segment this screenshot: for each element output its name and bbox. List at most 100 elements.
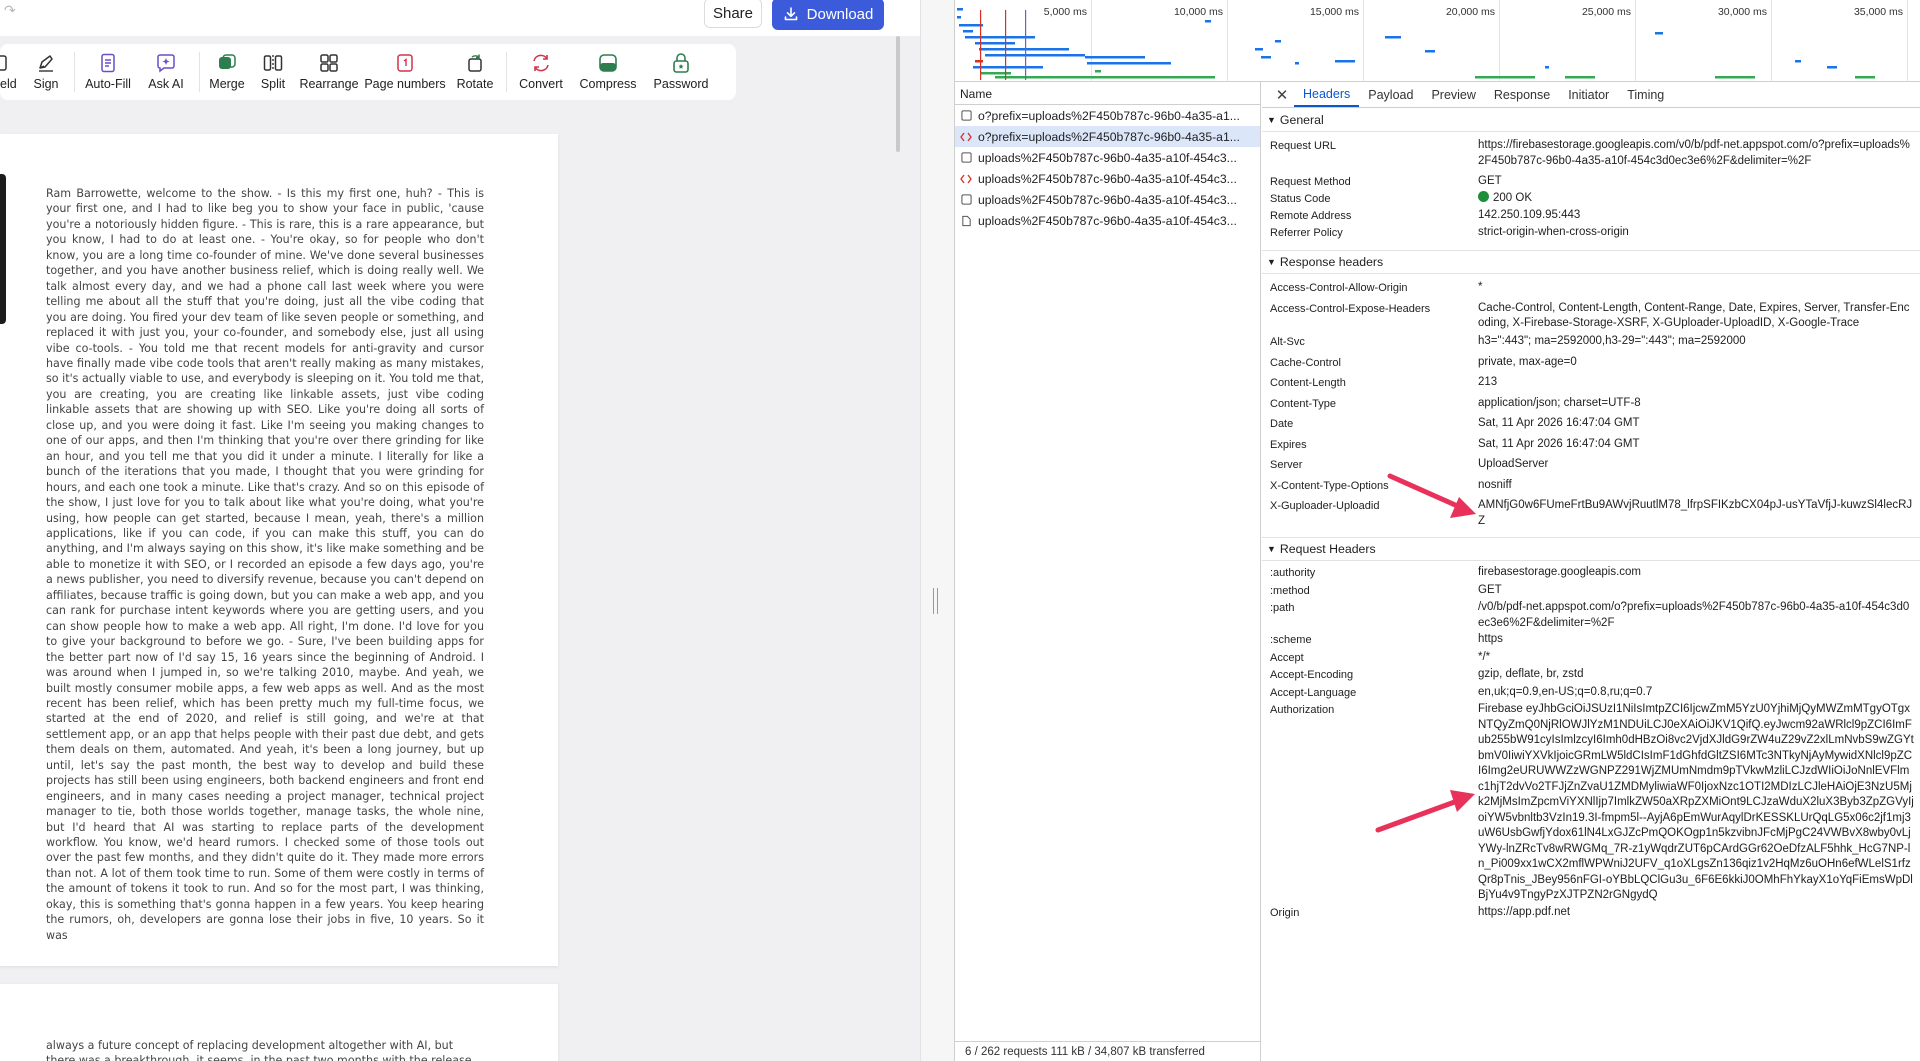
header-row: Request Method GET: [1262, 174, 1920, 191]
waterfall-bar: [973, 66, 1043, 69]
tab-timing[interactable]: Timing: [1618, 82, 1673, 107]
tool-auto-fill[interactable]: Auto-Fill: [79, 44, 137, 100]
download-icon: [784, 7, 797, 21]
network-status-bar: 6 / 262 requests 111 kB / 34,807 kB tran…: [955, 1041, 1261, 1061]
header-value: 200 OK: [1478, 191, 1920, 208]
detail-tabs: ✕ Headers Payload Preview Response Initi…: [1262, 82, 1920, 108]
tool-rearrange[interactable]: Rearrange: [296, 44, 362, 100]
header-value: /v0/b/pdf-net.appspot.com/o?prefix=uploa…: [1478, 600, 1920, 631]
header-value: Sat, 11 Apr 2026 16:47:04 GMT: [1478, 437, 1920, 454]
request-rows: o?prefix=uploads%2F450b787c-96b0-4a35-a1…: [955, 105, 1260, 231]
redo-icon[interactable]: ↷: [4, 2, 16, 19]
timeline-marker: [980, 10, 982, 80]
waterfall-bar: [1085, 56, 1145, 59]
header-value-text: /v0/b/pdf-net.appspot.com/o?prefix=uploa…: [1478, 601, 1910, 629]
tab-response[interactable]: Response: [1485, 82, 1559, 107]
download-button[interactable]: Download: [772, 0, 884, 30]
request-name: uploads%2F450b787c-96b0-4a35-a10f-454c3.…: [978, 171, 1237, 186]
header-value-text: strict-origin-when-cross-origin: [1478, 226, 1629, 238]
waterfall-bar: [1087, 62, 1171, 65]
tool-page-numbers[interactable]: Page numbers: [362, 44, 448, 100]
request-row[interactable]: uploads%2F450b787c-96b0-4a35-a10f-454c3.…: [955, 147, 1260, 168]
tool-ask-ai[interactable]: Ask AI: [137, 44, 195, 100]
waterfall-bar: [1715, 76, 1755, 79]
header-value: GET: [1478, 583, 1920, 600]
header-value-text: h3=":443"; ma=2592000,h3-29=":443"; ma=2…: [1478, 335, 1746, 347]
tool-label: eld: [0, 77, 17, 91]
header-value-text: GET: [1478, 583, 1502, 596]
download-label: Download: [806, 5, 874, 23]
tool-label: Merge: [209, 77, 245, 91]
pdf-page-2: always a future concept of replacing dev…: [0, 984, 558, 1061]
tool-label: Rotate: [456, 77, 494, 91]
checkbox-icon: [960, 152, 972, 164]
tool-split[interactable]: Split: [250, 44, 296, 100]
header-name: Access-Control-Allow-Origin: [1270, 281, 1408, 294]
tab-payload[interactable]: Payload: [1359, 82, 1422, 107]
waterfall-bar: [959, 24, 983, 27]
header-value-text: Sat, 11 Apr 2026 16:47:04 GMT: [1478, 437, 1640, 450]
header-row: Accept */*: [1262, 650, 1920, 667]
section-general[interactable]: ▼ General: [1262, 108, 1920, 132]
split-icon: [263, 55, 283, 71]
waterfall-bar: [1827, 66, 1837, 69]
network-timeline-overview[interactable]: 5,000 ms 10,000 ms 15,000 ms 20,000 ms 25,00…: [955, 0, 1920, 82]
checkbox-icon: [960, 194, 972, 206]
waterfall-bar: [1475, 76, 1535, 79]
tool-label: Rearrange: [299, 77, 359, 91]
close-icon[interactable]: ✕: [1270, 82, 1294, 107]
tool-convert[interactable]: Convert: [511, 44, 571, 100]
tool-sign[interactable]: Sign: [22, 44, 70, 100]
tool-merge[interactable]: Merge: [204, 44, 250, 100]
toolbar-divider: [199, 52, 200, 92]
header-value: strict-origin-when-cross-origin: [1478, 225, 1920, 242]
timeline-marker: [1025, 10, 1027, 80]
page-text: always a future concept of replacing dev…: [46, 1039, 472, 1061]
side-panel-handle[interactable]: [0, 174, 6, 324]
header-row: :scheme https: [1262, 632, 1920, 649]
header-name: :scheme: [1270, 634, 1312, 646]
request-row[interactable]: uploads%2F450b787c-96b0-4a35-a10f-454c3.…: [955, 210, 1260, 231]
header-value-text: nosniff: [1478, 478, 1512, 491]
request-row[interactable]: uploads%2F450b787c-96b0-4a35-a10f-454c3.…: [955, 168, 1260, 189]
header-value: firebasestorage.googleapis.com: [1478, 565, 1920, 582]
toolbar-divider: [506, 52, 507, 92]
tool-password[interactable]: Password: [645, 44, 717, 100]
header-value-text: 142.250.109.95:443: [1478, 209, 1581, 221]
header-name: Request URL: [1270, 140, 1337, 152]
share-button[interactable]: Share: [704, 0, 762, 28]
header-row: Referrer Policy strict-origin-when-cross-…: [1262, 225, 1920, 242]
waterfall-bars: [957, 8, 1875, 80]
header-value: *: [1478, 280, 1920, 297]
pane-resize-handle[interactable]: [920, 0, 954, 1061]
header-name: Alt-Svc: [1270, 336, 1305, 348]
request-row[interactable]: o?prefix=uploads%2F450b787c-96b0-4a35-a1…: [955, 105, 1260, 126]
header-name: Accept-Encoding: [1270, 669, 1354, 681]
header-name: Date: [1270, 418, 1294, 430]
section-title: Response headers: [1279, 254, 1384, 269]
request-list: Name o?prefix=uploads%2F450b787c-96b0-4a…: [955, 82, 1261, 1061]
tool-field[interactable]: eld: [0, 44, 22, 100]
section-response-headers[interactable]: ▼ Response headers: [1262, 249, 1920, 274]
request-row[interactable]: o?prefix=uploads%2F450b787c-96b0-4a35-a1…: [955, 126, 1260, 147]
waterfall-bar: [1565, 76, 1595, 79]
document-scrollbar[interactable]: [896, 36, 900, 152]
name-column-header[interactable]: Name: [955, 82, 1260, 105]
request-row[interactable]: uploads%2F450b787c-96b0-4a35-a10f-454c3.…: [955, 189, 1260, 210]
tool-rotate[interactable]: Rotate: [448, 44, 502, 100]
pen-icon: [39, 55, 53, 72]
tool-label: Compress: [579, 77, 637, 91]
section-request-headers[interactable]: ▼ Request Headers: [1262, 537, 1920, 561]
tab-initiator[interactable]: Initiator: [1559, 82, 1618, 107]
tool-compress[interactable]: Compress: [571, 44, 645, 100]
waterfall-bar: [1095, 70, 1101, 73]
tool-label: Sign: [33, 77, 59, 91]
waterfall-bar: [957, 8, 963, 11]
header-value: Cache-Control, Content-Length, Content-R…: [1478, 301, 1920, 332]
waterfall-bar: [1425, 50, 1435, 53]
tab-headers[interactable]: Headers: [1294, 82, 1360, 107]
drag-grip-icon[interactable]: [933, 588, 938, 614]
tab-preview[interactable]: Preview: [1422, 82, 1484, 107]
header-value: gzip, deflate, br, zstd: [1478, 667, 1920, 684]
header-value-text: 213: [1478, 376, 1498, 388]
